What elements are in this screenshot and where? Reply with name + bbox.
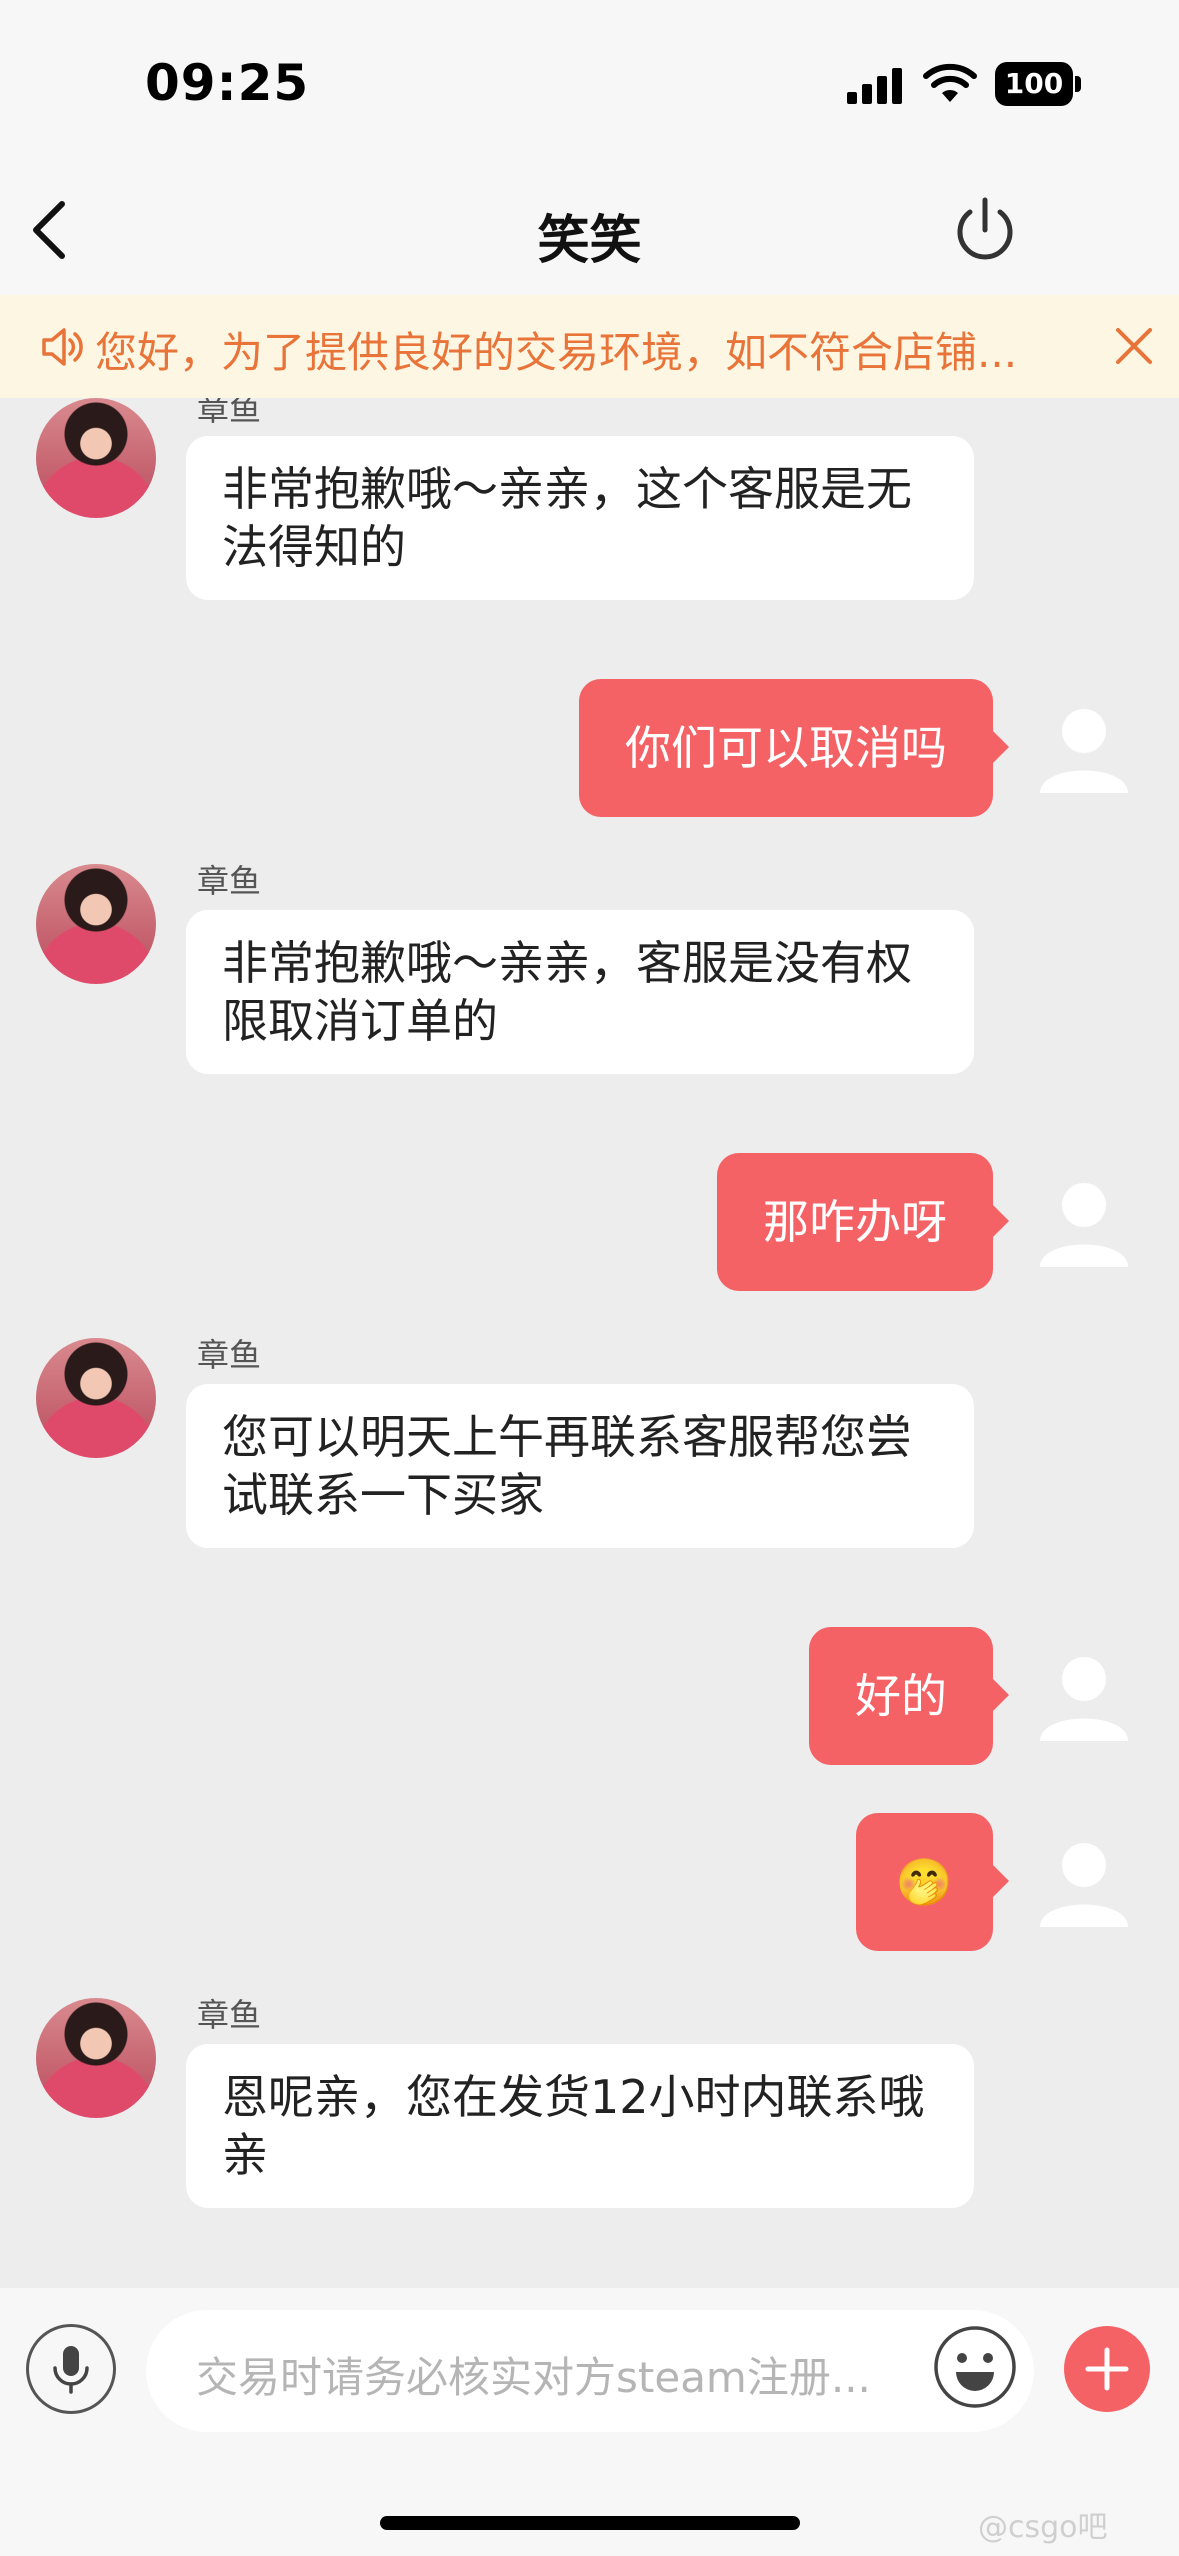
- battery-tip: [1075, 76, 1081, 92]
- sender-name: 章鱼: [197, 1336, 262, 1374]
- message-bubble-user[interactable]: 那咋办呀: [717, 1153, 1009, 1291]
- add-button[interactable]: [1064, 2326, 1150, 2412]
- message-bubble-user-emoji[interactable]: 🤭: [855, 1813, 1010, 1951]
- message-input[interactable]: 交易时请务必核实对方steam注册...: [146, 2310, 1034, 2432]
- agent-avatar[interactable]: [36, 1338, 156, 1458]
- notice-banner[interactable]: 您好，为了提供良好的交易环境，如不符合店铺...: [0, 295, 1179, 398]
- notice-text: 您好，为了提供良好的交易环境，如不符合店铺...: [95, 328, 1018, 377]
- watermark: @csgo吧: [978, 2510, 1108, 2545]
- input-placeholder: 交易时请务必核实对方steam注册...: [196, 2353, 871, 2402]
- input-bar: 交易时请务必核实对方steam注册... @csgo吧: [0, 2288, 1179, 2556]
- sender-name: 章鱼: [197, 398, 262, 428]
- message-bubble-user[interactable]: 好的: [809, 1627, 1009, 1765]
- message-bubble-agent[interactable]: 恩呢亲，您在发货12小时内联系哦亲: [186, 2044, 974, 2208]
- message-bubble-agent[interactable]: 非常抱歉哦～亲亲，这个客服是无法得知的: [186, 436, 974, 600]
- message-bubble-agent[interactable]: 您可以明天上午再联系客服帮您尝试联系一下买家: [186, 1384, 974, 1548]
- user-avatar-icon[interactable]: [1036, 1835, 1132, 1931]
- chat-screen: 09:25 100 笑笑 您好，为了提供良好的交易环境，如不符合店铺... 章鱼…: [0, 0, 1179, 2556]
- plus-icon: [1085, 2347, 1129, 2391]
- microphone-icon: [53, 2346, 89, 2394]
- battery-level: 100: [995, 62, 1073, 106]
- emoji-icon[interactable]: [932, 2324, 1018, 2410]
- cellular-signal-icon: [847, 68, 902, 104]
- user-avatar-icon[interactable]: [1036, 1175, 1132, 1271]
- user-avatar-icon[interactable]: [1036, 701, 1132, 797]
- message-list[interactable]: 章鱼 非常抱歉哦～亲亲，这个客服是无法得知的 你们可以取消吗 章鱼 非常抱歉哦～…: [0, 398, 1179, 2288]
- user-avatar-icon[interactable]: [1036, 1649, 1132, 1745]
- power-icon[interactable]: [950, 192, 1020, 268]
- status-bar: 09:25 100: [0, 0, 1179, 170]
- sender-name: 章鱼: [197, 1996, 262, 2034]
- status-time: 09:25: [145, 54, 310, 112]
- wifi-icon: [923, 63, 977, 102]
- close-icon[interactable]: [1114, 325, 1154, 367]
- home-indicator[interactable]: [380, 2516, 800, 2530]
- sender-name: 章鱼: [197, 862, 262, 900]
- agent-avatar[interactable]: [36, 1998, 156, 2118]
- battery-icon: 100: [995, 62, 1081, 106]
- message-bubble-agent[interactable]: 非常抱歉哦～亲亲，客服是没有权限取消订单的: [186, 910, 974, 1074]
- voice-button[interactable]: [26, 2324, 116, 2414]
- agent-avatar[interactable]: [36, 398, 156, 518]
- speaker-icon: [42, 328, 83, 366]
- message-bubble-user[interactable]: 你们可以取消吗: [579, 679, 1009, 817]
- agent-avatar[interactable]: [36, 864, 156, 984]
- nav-bar: 笑笑: [0, 170, 1179, 295]
